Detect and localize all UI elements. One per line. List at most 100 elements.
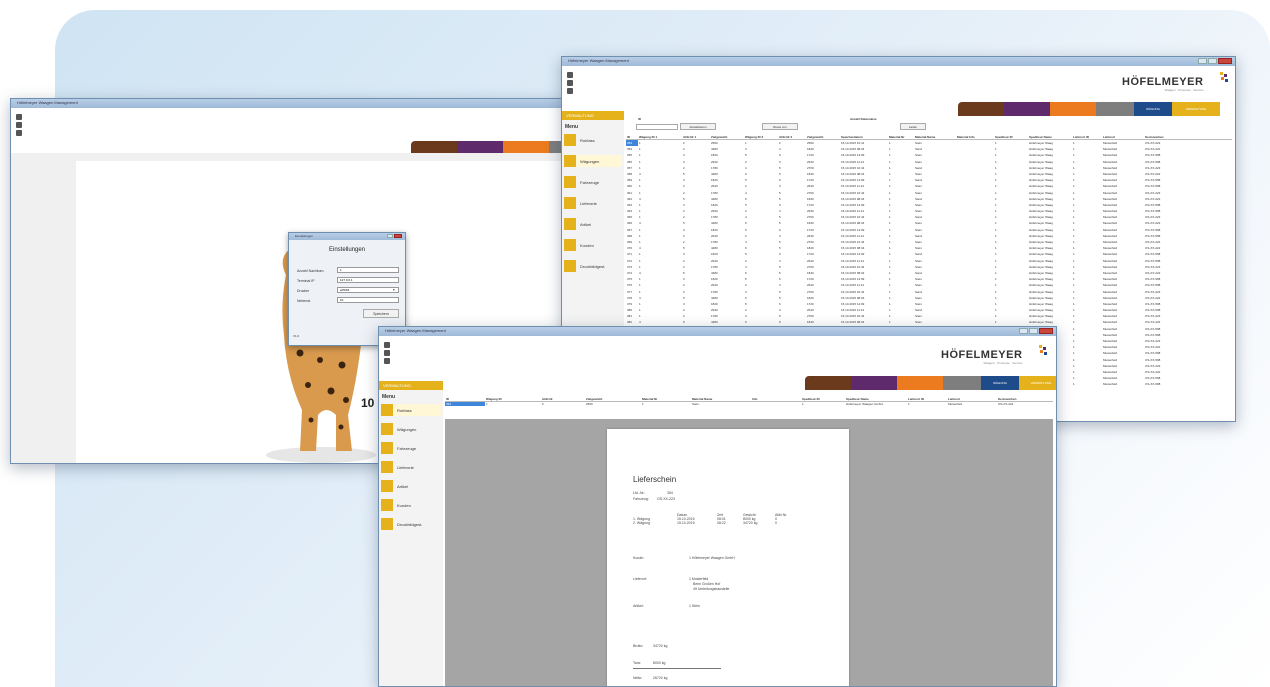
column-header[interactable]: Material Name bbox=[914, 135, 956, 139]
sidebar-item-lieferorte[interactable]: Lieferorte bbox=[381, 461, 441, 473]
window-title: Höfelmeyer Waagen Management bbox=[385, 328, 446, 333]
sidebar-item-artikel[interactable]: Artikel bbox=[381, 480, 441, 492]
doc-table-cell: 0 bbox=[775, 521, 777, 525]
sidebar-item-kunden[interactable]: Kunden bbox=[381, 499, 441, 511]
tab-grey[interactable] bbox=[1096, 102, 1134, 116]
field-input-terminal-ip[interactable]: 127.0.0.1 bbox=[337, 277, 399, 283]
info-icon[interactable] bbox=[567, 88, 573, 94]
sidebar-item-fahrzeuge[interactable]: Fahrzeuge bbox=[564, 176, 622, 188]
dialog-window-title: Einstellungen bbox=[295, 234, 314, 238]
save-button[interactable]: Speichern bbox=[363, 309, 399, 318]
tab-verwaltung[interactable]: VERWALTUNG bbox=[1172, 102, 1220, 116]
menu-tile-icon bbox=[564, 239, 576, 251]
menu-icon[interactable] bbox=[16, 114, 22, 120]
column-header[interactable]: Alibi Nr 2 bbox=[778, 135, 806, 139]
sidebar-item-rohfass[interactable]: Rohfass bbox=[564, 134, 622, 146]
reset-button[interactable]: Reset von bbox=[762, 123, 798, 130]
load-button[interactable]: Laden bbox=[900, 123, 926, 130]
column-header[interactable]: Info bbox=[751, 397, 801, 401]
sidebar-item-label: Druckbildgest. bbox=[397, 521, 423, 527]
table-cell bbox=[751, 402, 801, 406]
field-input-nachkom[interactable]: 1 bbox=[337, 267, 399, 273]
sidebar-item-fahrzeuge[interactable]: Fahrzeuge bbox=[381, 442, 441, 454]
menu-icon[interactable] bbox=[384, 342, 390, 348]
column-header[interactable]: ID bbox=[445, 397, 485, 401]
column-header[interactable]: Material Nr bbox=[641, 397, 691, 401]
column-header[interactable]: Lieferort bbox=[947, 397, 997, 401]
splash-number: 10 bbox=[361, 396, 375, 410]
table-cell: Musterfeld bbox=[948, 402, 963, 406]
close-button[interactable] bbox=[1039, 328, 1053, 334]
tab-purple[interactable] bbox=[1004, 102, 1050, 116]
close-button[interactable] bbox=[1218, 58, 1232, 64]
maximize-button[interactable] bbox=[1029, 328, 1038, 334]
settings-icon[interactable] bbox=[16, 122, 22, 128]
tab-verwaltung[interactable]: VERWALTUNG bbox=[1019, 376, 1056, 390]
brand-logo: HÖFELMEYER Waagen · Prozesse · Service bbox=[941, 349, 1022, 365]
close-button[interactable] bbox=[394, 234, 402, 238]
column-header[interactable]: Zielgewicht bbox=[710, 135, 744, 139]
sidebar-item-rohfass[interactable]: Rohfass bbox=[381, 404, 441, 416]
minimize-button[interactable] bbox=[1019, 328, 1028, 334]
sidebar-item-lieferorte[interactable]: Lieferorte bbox=[564, 197, 622, 209]
column-header[interactable]: Speicherdatum bbox=[840, 135, 888, 139]
column-header[interactable]: Wägung ID 2 bbox=[744, 135, 778, 139]
chevron-down-icon[interactable]: ▾ bbox=[393, 288, 395, 292]
tab-brown[interactable] bbox=[958, 102, 1004, 116]
tab-grey[interactable] bbox=[943, 376, 981, 390]
column-header[interactable]: Spediteur ID bbox=[994, 135, 1028, 139]
tab-waegung[interactable]: WÄGUNG bbox=[1134, 102, 1172, 116]
refresh-button[interactable]: Aktualisieren bbox=[680, 123, 716, 130]
column-header[interactable]: Material Info bbox=[956, 135, 994, 139]
info-icon[interactable] bbox=[16, 130, 22, 136]
column-header[interactable]: Kennzeichen bbox=[997, 397, 1053, 401]
column-header[interactable]: Lieferort ID bbox=[907, 397, 947, 401]
field-select-drucker[interactable]: ePDF6 bbox=[337, 287, 399, 293]
menu-tile-icon bbox=[564, 176, 576, 188]
minimize-button[interactable] bbox=[1198, 58, 1207, 64]
column-header[interactable]: Material Nr bbox=[888, 135, 914, 139]
minimize-button[interactable] bbox=[387, 234, 393, 238]
maximize-button[interactable] bbox=[1208, 58, 1217, 64]
sidebar-item-kunden[interactable]: Kunden bbox=[564, 239, 622, 251]
field-input-nebenst[interactable]: 10 bbox=[337, 297, 399, 303]
column-header[interactable]: Lieferort ID bbox=[1072, 135, 1102, 139]
menu-tile-icon bbox=[564, 197, 576, 209]
column-header[interactable]: Spediteur ID bbox=[801, 397, 845, 401]
column-header[interactable]: Kennzeichen bbox=[1144, 135, 1186, 139]
brand-tagline: Waagen · Prozesse · Service bbox=[1164, 88, 1204, 92]
doc-lieferort-line-3: 49 Umleitungsbaustelle bbox=[693, 587, 730, 591]
brand-logo: HÖFELMEYER Waagen · Prozesse · Service bbox=[1122, 76, 1203, 92]
column-header[interactable]: Spediteur Name bbox=[1028, 135, 1072, 139]
column-header[interactable]: Zielgewicht bbox=[806, 135, 840, 139]
menu-tile-icon bbox=[564, 134, 576, 146]
tab-orange[interactable] bbox=[1050, 102, 1096, 116]
id-input[interactable] bbox=[636, 124, 678, 130]
table-row[interactable]: 354 1 2 2560 1 Stein 1 Höfelmeyer Waagen GmbH 1 M… bbox=[445, 402, 1053, 406]
tab-waegung[interactable]: WÄGUNG bbox=[981, 376, 1019, 390]
sidebar-item-druckbildgest[interactable]: Druckbildgest. bbox=[381, 518, 441, 530]
column-header[interactable]: Wägung ID 1 bbox=[638, 135, 682, 139]
column-header[interactable]: ID bbox=[626, 135, 638, 139]
menu-icon[interactable] bbox=[567, 72, 573, 78]
settings-icon[interactable] bbox=[384, 350, 390, 356]
sidebar-item-wgungen[interactable]: Wägungen bbox=[564, 155, 622, 167]
column-header[interactable]: Lieferort bbox=[1102, 135, 1144, 139]
column-header[interactable]: Material Name bbox=[691, 397, 751, 401]
sidebar-item-druckbildgest[interactable]: Druckbildgest. bbox=[564, 260, 622, 272]
column-header[interactable]: Alibi Nr 1 bbox=[682, 135, 710, 139]
tab-orange[interactable] bbox=[897, 376, 943, 390]
column-header[interactable]: Zielgewicht bbox=[585, 397, 641, 401]
info-icon[interactable] bbox=[384, 358, 390, 364]
doc-lieferort-line-2: Beim Großen Hof bbox=[693, 582, 721, 586]
sidebar-item-artikel[interactable]: Artikel bbox=[564, 218, 622, 230]
column-header[interactable]: Wägung ID bbox=[485, 397, 541, 401]
tab-brown[interactable] bbox=[805, 376, 851, 390]
table-cell: 1 bbox=[486, 402, 488, 406]
column-header[interactable]: Alibi Nr bbox=[541, 397, 585, 401]
settings-icon[interactable] bbox=[567, 80, 573, 86]
sidebar-item-wgungen[interactable]: Wägungen bbox=[381, 423, 441, 435]
dialog-titlebar: Einstellungen bbox=[289, 233, 405, 240]
column-header[interactable]: Spediteur Name bbox=[845, 397, 907, 401]
tab-purple[interactable] bbox=[851, 376, 897, 390]
